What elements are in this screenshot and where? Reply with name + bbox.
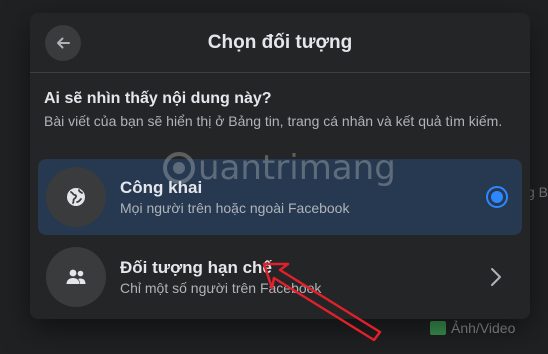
option-restricted-icon-circle	[46, 247, 106, 307]
option-public-description: Mọi người trên hoặc ngoài Facebook	[120, 200, 350, 216]
photo-video-label: Ảnh/Video	[451, 320, 516, 336]
background-photo-video-button: Ảnh/Video	[430, 320, 515, 336]
option-public-icon-circle	[46, 167, 106, 227]
people-icon	[66, 269, 86, 284]
annotation-arrow-icon	[262, 262, 382, 342]
intro-section: Ai sẽ nhìn thấy nội dung này? Bài viết c…	[30, 73, 530, 138]
intro-description: Bài viết của bạn sẽ hiển thị ở Bảng tin,…	[44, 113, 503, 129]
photo-icon	[430, 321, 446, 335]
option-public-label: Công khai	[120, 178, 203, 197]
back-button[interactable]	[45, 25, 81, 61]
arrow-left-icon	[57, 37, 70, 49]
intro-title: Ai sẽ nhìn thấy nội dung này?	[44, 90, 272, 107]
option-public[interactable]: Công khai Mọi người trên hoặc ngoài Face…	[38, 159, 522, 235]
globe-icon	[67, 188, 85, 206]
option-public-text: Công khai Mọi người trên hoặc ngoài Face…	[120, 178, 486, 216]
radio-selected-dot	[491, 191, 503, 203]
option-public-radio[interactable]	[486, 186, 508, 208]
modal-title: Chọn đối tượng	[207, 31, 353, 53]
modal-header: Chọn đối tượng	[30, 13, 530, 73]
background-text-fragment: g B	[526, 184, 548, 200]
chevron-right-icon	[491, 268, 501, 286]
